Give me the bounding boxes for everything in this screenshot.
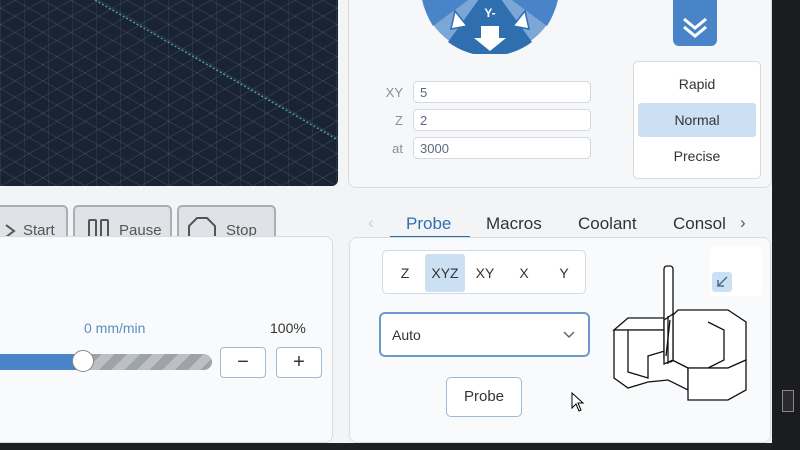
illustration-panel [710, 246, 762, 296]
tab-macros[interactable]: Macros [486, 214, 542, 234]
z-step-input[interactable]: 2 [413, 109, 591, 131]
probe-axis-z[interactable]: Z [386, 254, 424, 292]
chevron-down-icon [563, 331, 575, 339]
z-step-row: Z 2 [379, 109, 594, 133]
feed-at-row: at 3000 [379, 137, 594, 161]
window-edge [772, 0, 800, 450]
app-window: Y- XY 5 Z 2 at 3000 Rapid Normal Precise [0, 0, 772, 443]
feed-increase-button[interactable]: + [276, 347, 322, 378]
probe-button[interactable]: Probe [446, 377, 522, 417]
feed-at-label: at [392, 141, 403, 156]
jog-panel: Y- XY 5 Z 2 at 3000 Rapid Normal Precise [348, 0, 772, 188]
collapse-button[interactable] [673, 0, 717, 46]
probe-mode-value: Auto [392, 327, 421, 343]
speed-precise[interactable]: Precise [638, 139, 756, 173]
xy-step-label: XY [385, 85, 403, 100]
tool-tabs: ‹ Probe Macros Coolant Consol › [348, 206, 772, 238]
jog-wheel-label: Y- [484, 6, 495, 20]
probe-axis-y[interactable]: Y [545, 254, 583, 292]
jog-feed-input[interactable]: 3000 [413, 137, 591, 159]
probe-mode-select[interactable]: Auto [379, 312, 590, 357]
jog-speed-selector: Rapid Normal Precise [633, 61, 761, 179]
feed-override-slider[interactable] [0, 350, 212, 372]
tab-scroll-left-icon[interactable]: ‹ [368, 213, 374, 233]
jog-wheel[interactable]: Y- [415, 0, 565, 54]
speed-normal[interactable]: Normal [638, 103, 756, 137]
edge-handle [782, 390, 794, 412]
probe-axis-xy[interactable]: XY [466, 254, 504, 292]
feed-override-percent: 100% [270, 320, 306, 336]
probe-axis-x[interactable]: X [505, 254, 543, 292]
chevron-double-down-icon [683, 17, 707, 38]
tab-scroll-right-icon[interactable]: › [740, 213, 746, 233]
feed-override-panel: 0 mm/min 100% − + [0, 236, 333, 443]
tab-coolant[interactable]: Coolant [578, 214, 637, 234]
z-step-label: Z [395, 113, 403, 128]
xy-step-input[interactable]: 5 [413, 81, 591, 103]
feed-slider-handle[interactable] [72, 350, 94, 372]
feed-slider-fill [0, 354, 83, 370]
xy-step-row: XY 5 [379, 81, 594, 105]
tab-probe[interactable]: Probe [406, 214, 451, 234]
probe-axis-xyz[interactable]: XYZ [425, 254, 465, 292]
tab-console[interactable]: Consol [673, 214, 726, 234]
speed-rapid[interactable]: Rapid [638, 67, 756, 101]
toolpath-visualizer[interactable] [0, 0, 338, 186]
minimize-icon[interactable] [712, 272, 732, 292]
feed-decrease-button[interactable]: − [220, 347, 266, 378]
probe-axis-selector: Z XYZ XY X Y [382, 250, 586, 294]
feed-rate-readout: 0 mm/min [84, 320, 146, 336]
toolpath-line [94, 0, 338, 141]
probe-panel: Z XYZ XY X Y Auto Probe [349, 237, 771, 443]
mouse-cursor-icon [571, 392, 585, 412]
